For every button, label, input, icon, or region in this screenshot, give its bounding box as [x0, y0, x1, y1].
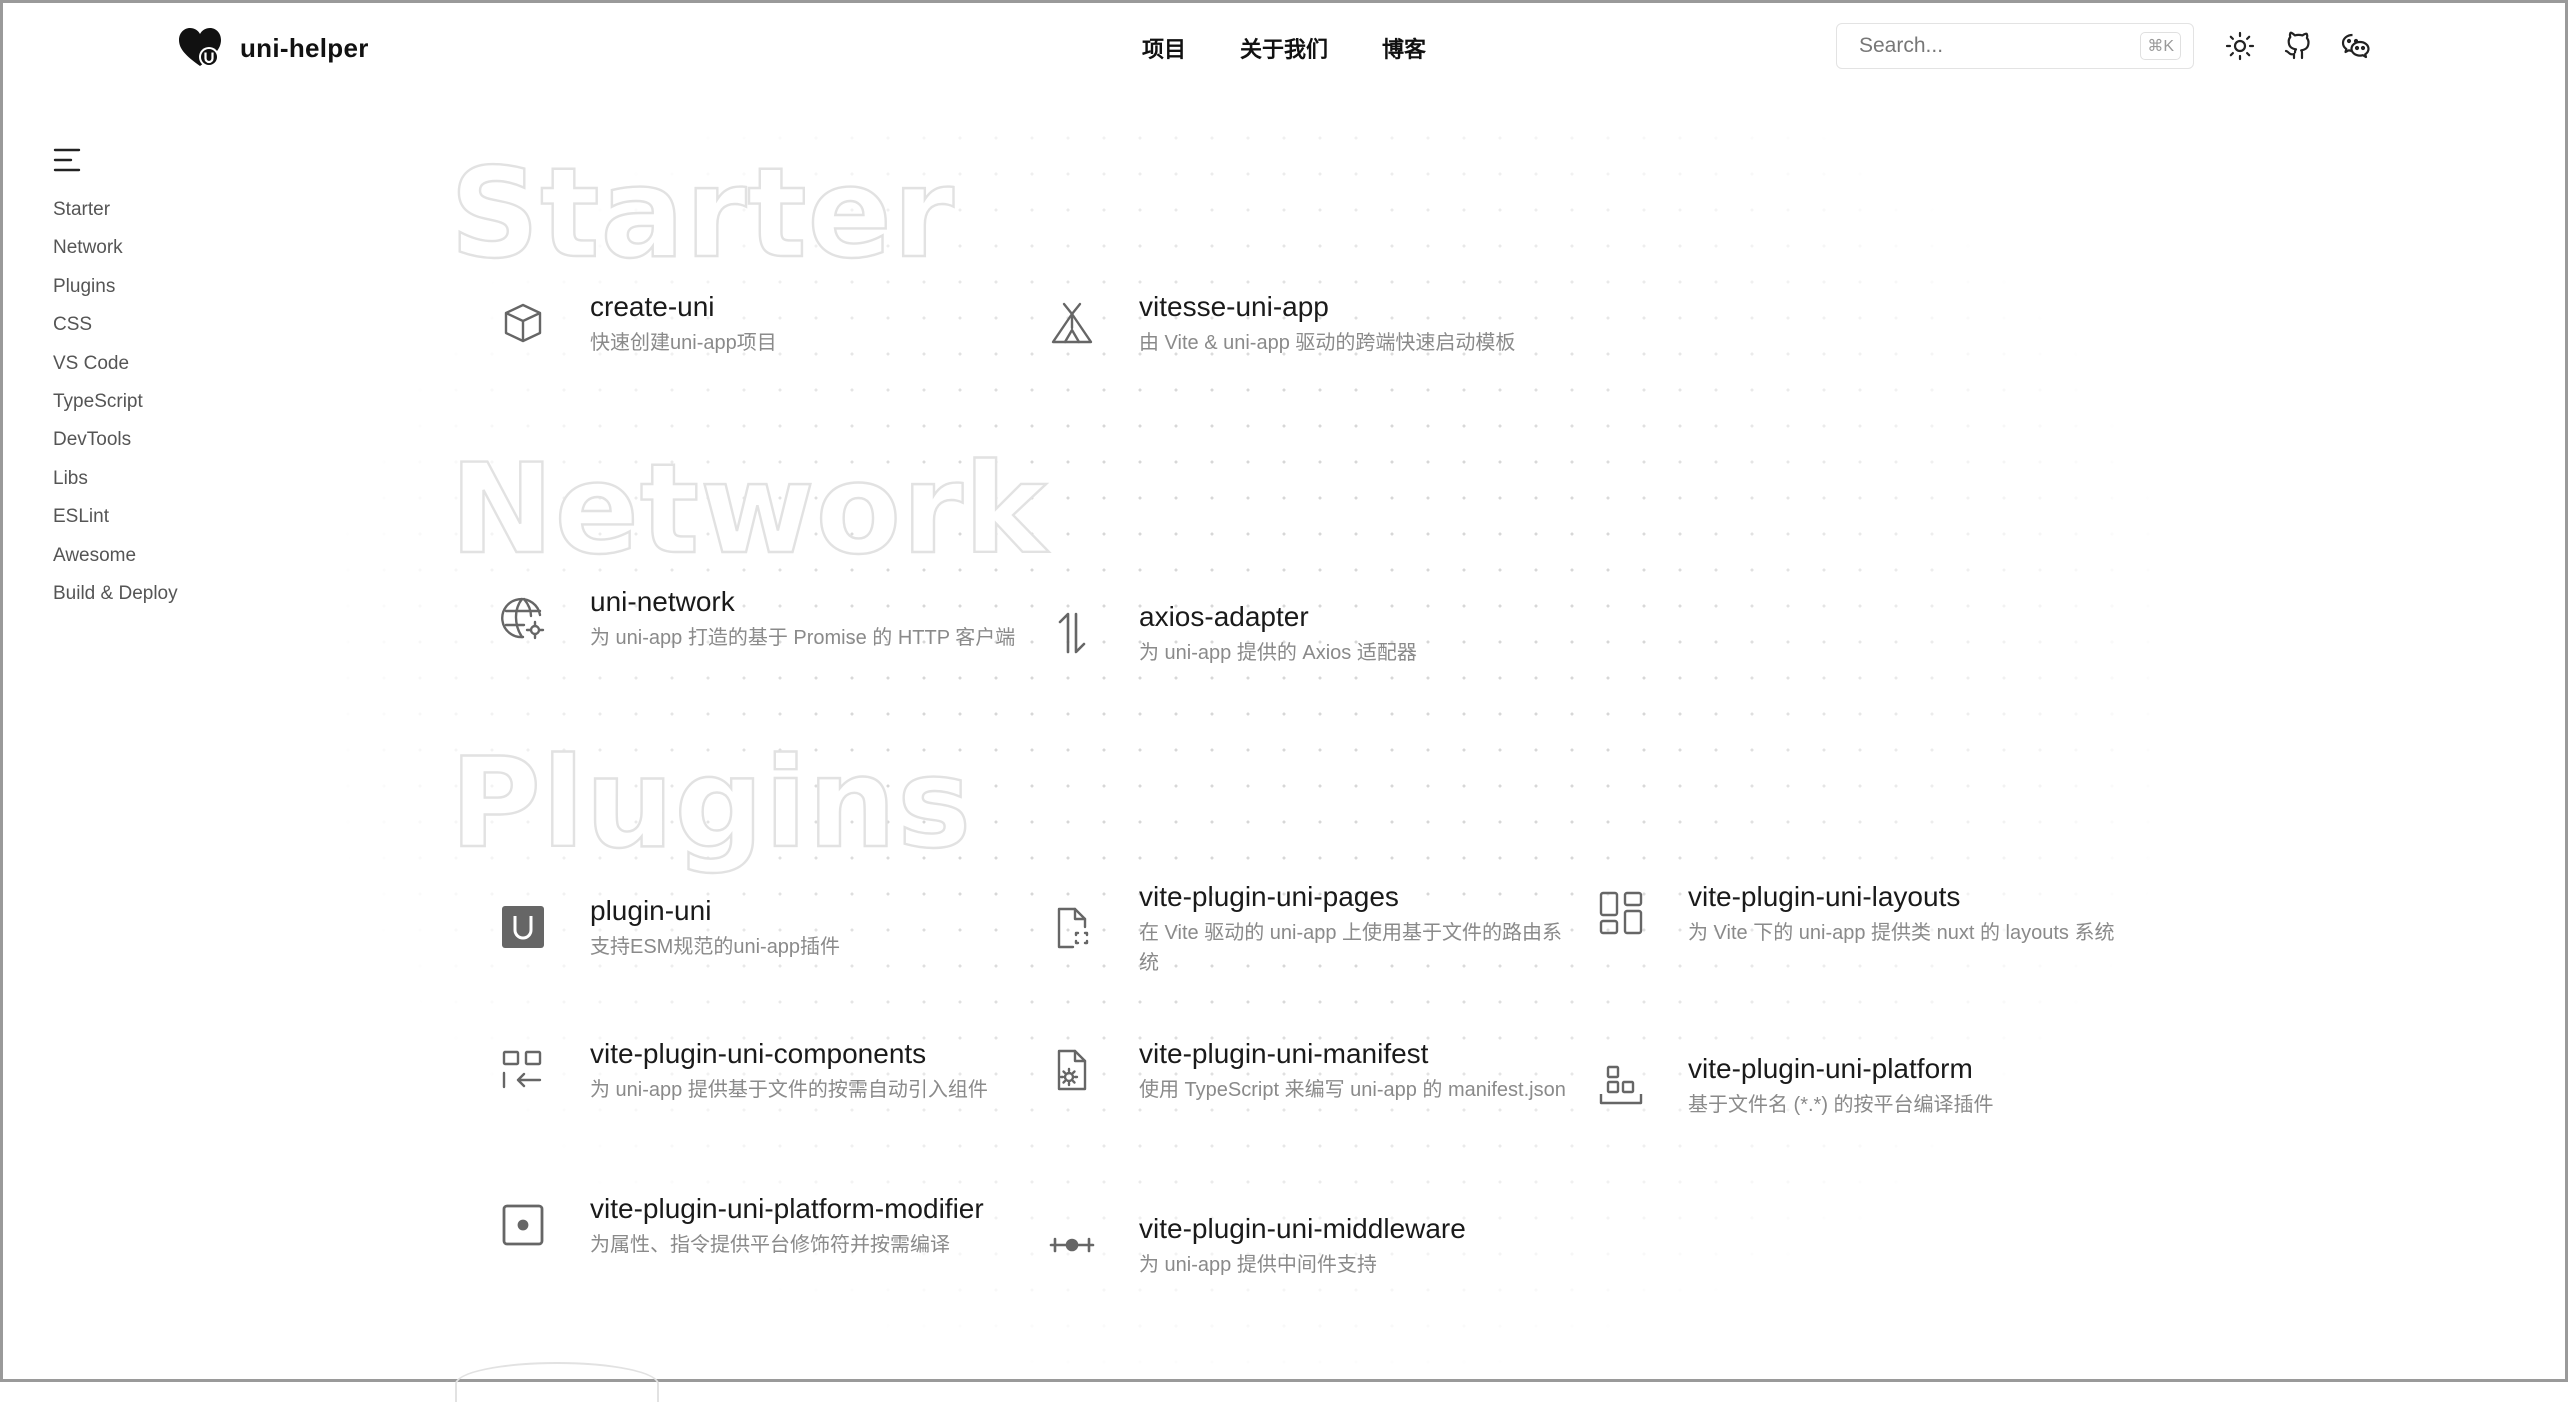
search-placeholder: Search...	[1859, 34, 1944, 57]
components-import-icon	[502, 1050, 542, 1089]
file-dashed-icon	[1057, 907, 1089, 949]
project-card[interactable]: vite-plugin-uni-components 为 uni-app 提供基…	[478, 1035, 1030, 1105]
project-desc: 为 uni-app 提供的 Axios 适配器	[1139, 642, 1417, 664]
project-card[interactable]: create-uni 快速创建uni-app项目	[478, 288, 1030, 358]
layout-grid-icon	[1599, 891, 1643, 935]
project-card[interactable]: vite-plugin-uni-manifest 使用 TypeScript 来…	[1027, 1035, 1579, 1105]
tent-icon	[1051, 302, 1093, 344]
project-card[interactable]: uni-network 为 uni-app 打造的基于 Promise 的 HT…	[478, 583, 1030, 653]
nav-projects[interactable]: 项目	[1142, 32, 1186, 64]
project-desc: 由 Vite & uni-app 驱动的跨端快速启动模板	[1139, 332, 1516, 354]
brand-name: uni-helper	[240, 32, 369, 63]
project-name: create-uni	[590, 291, 715, 322]
sidebar-item-eslint[interactable]: ESLint	[53, 504, 178, 542]
project-card[interactable]: vite-plugin-uni-platform 基于文件名 (*.*) 的按平…	[1576, 1050, 2128, 1120]
project-desc: 为 uni-app 提供中间件支持	[1139, 1254, 1377, 1276]
project-name: vite-plugin-uni-platform	[1688, 1053, 1973, 1084]
menu-icon[interactable]	[52, 145, 82, 175]
sidebar-item-plugins[interactable]: Plugins	[53, 274, 178, 312]
search-shortcut-badge: ⌘K	[2140, 32, 2181, 60]
sidebar-item-starter[interactable]: Starter	[53, 197, 178, 235]
sidebar-item-libs[interactable]: Libs	[53, 466, 178, 504]
project-desc: 为 uni-app 提供基于文件的按需自动引入组件	[590, 1079, 988, 1101]
project-name: vite-plugin-uni-pages	[1139, 881, 1399, 912]
project-card[interactable]: axios-adapter 为 uni-app 提供的 Axios 适配器	[1027, 598, 1579, 668]
heart-logo-icon	[179, 28, 221, 67]
project-card[interactable]: vite-plugin-uni-middleware 为 uni-app 提供中…	[1027, 1210, 1579, 1280]
nav-blog[interactable]: 博客	[1382, 32, 1426, 64]
project-desc: 为 uni-app 打造的基于 Promise 的 HTTP 客户端	[590, 627, 1016, 649]
project-desc: 为 Vite 下的 uni-app 提供类 nuxt 的 layouts 系统	[1688, 922, 2115, 944]
project-name: plugin-uni	[590, 895, 712, 926]
project-name: vitesse-uni-app	[1139, 291, 1329, 322]
sidebar-item-typescript[interactable]: TypeScript	[53, 389, 178, 427]
project-name: axios-adapter	[1139, 601, 1309, 632]
github-icon[interactable]	[2282, 30, 2314, 62]
sidebar-item-build-deploy[interactable]: Build & Deploy	[53, 581, 178, 619]
project-card[interactable]: vite-plugin-uni-pages 在 Vite 驱动的 uni-app…	[1027, 878, 1579, 978]
arrows-up-down-icon	[1058, 612, 1086, 654]
sidebar-item-vscode[interactable]: VS Code	[53, 351, 178, 389]
project-desc: 基于文件名 (*.*) 的按平台编译插件	[1688, 1094, 1994, 1116]
file-gear-icon	[1057, 1049, 1087, 1091]
project-card[interactable]: vite-plugin-uni-platform-modifier 为属性、指令…	[478, 1190, 1030, 1260]
project-card[interactable]: vitesse-uni-app 由 Vite & uni-app 驱动的跨端快速…	[1027, 288, 1579, 358]
section-title-starter: Starter	[449, 142, 955, 286]
project-name: vite-plugin-uni-components	[590, 1038, 927, 1069]
wechat-icon[interactable]	[2340, 30, 2372, 62]
middleware-icon	[1049, 1237, 1095, 1253]
box-icon	[504, 303, 542, 343]
brand-logo[interactable]: uni-helper	[178, 27, 369, 69]
sidebar-item-awesome[interactable]: Awesome	[53, 543, 178, 581]
project-desc: 快速创建uni-app项目	[590, 332, 777, 354]
project-name: vite-plugin-uni-layouts	[1688, 881, 1961, 912]
search-box[interactable]: Search... ⌘K	[1836, 23, 2194, 69]
project-desc: 支持ESM规范的uni-app插件	[590, 936, 841, 958]
project-name: vite-plugin-uni-platform-modifier	[590, 1193, 984, 1224]
project-card[interactable]: plugin-uni 支持ESM规范的uni-app插件	[478, 892, 1030, 962]
sidebar-item-devtools[interactable]: DevTools	[53, 427, 178, 465]
platform-blocks-icon	[1599, 1065, 1643, 1105]
project-desc: 在 Vite 驱动的 uni-app 上使用基于文件的路由系统	[1139, 922, 1563, 974]
u-square-icon	[502, 906, 544, 948]
sidebar: Starter Network Plugins CSS VS Code Type…	[53, 197, 178, 619]
project-card[interactable]: vite-plugin-uni-layouts 为 Vite 下的 uni-ap…	[1576, 878, 2128, 948]
project-name: vite-plugin-uni-manifest	[1139, 1038, 1429, 1069]
project-desc: 使用 TypeScript 来编写 uni-app 的 manifest.jso…	[1139, 1079, 1566, 1101]
section-title-plugins: Plugins	[449, 732, 973, 876]
project-desc: 为属性、指令提供平台修饰符并按需编译	[590, 1234, 950, 1256]
globe-icon	[501, 597, 545, 640]
top-nav: 项目 关于我们 博客	[1142, 32, 1426, 64]
project-name: uni-network	[590, 586, 735, 617]
sun-icon[interactable]	[2224, 30, 2256, 62]
project-name: vite-plugin-uni-middleware	[1139, 1213, 1466, 1244]
section-title-network: Network	[449, 438, 1048, 582]
sidebar-item-css[interactable]: CSS	[53, 312, 178, 350]
nav-about[interactable]: 关于我们	[1240, 32, 1328, 64]
dot-square-icon	[502, 1204, 544, 1246]
section-title-next-partial	[455, 1362, 675, 1402]
sidebar-item-network[interactable]: Network	[53, 235, 178, 273]
